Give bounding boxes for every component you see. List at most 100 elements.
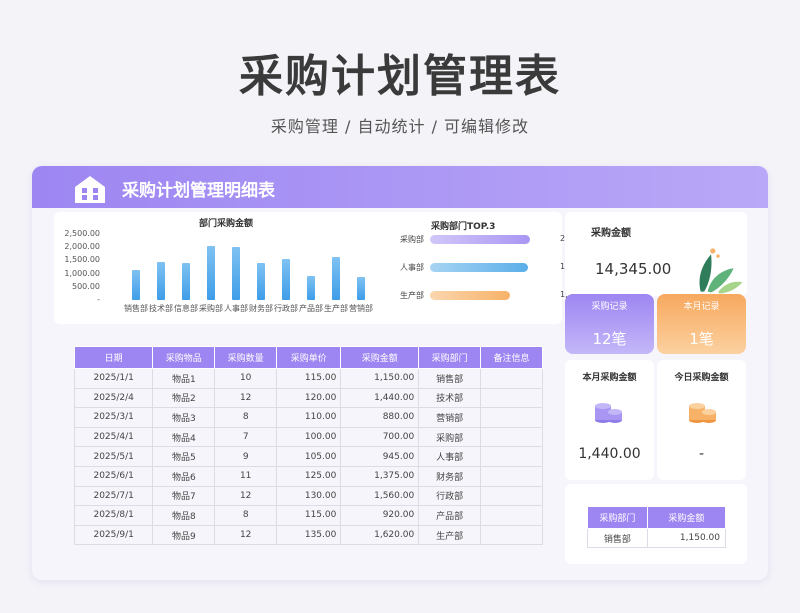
table-cell[interactable]: 12 xyxy=(214,524,278,546)
table-header: 采购部门 xyxy=(418,346,482,369)
table-cell[interactable]: 10 xyxy=(214,368,278,389)
table-cell[interactable]: 1,440.00 xyxy=(340,387,420,409)
table-cell[interactable]: 135.00 xyxy=(276,524,342,546)
table-cell[interactable] xyxy=(480,426,543,448)
table-cell[interactable]: 2025/2/4 xyxy=(73,387,154,409)
table-cell[interactable]: 2025/1/1 xyxy=(73,368,154,389)
bar-产品部 xyxy=(307,275,315,300)
records-label: 采购记录 xyxy=(591,302,628,312)
page-title: 采购计划管理表 xyxy=(239,51,561,102)
month-records-tile: 本月记录 1笔 xyxy=(657,294,746,354)
table-cell[interactable]: 2025/4/1 xyxy=(73,426,154,448)
card-header: 采购计划管理明细表 xyxy=(32,166,768,208)
table-cell[interactable]: 物品8 xyxy=(152,505,216,526)
table-cell[interactable]: 12 xyxy=(214,387,278,409)
table-cell[interactable]: 115.00 xyxy=(276,505,342,526)
table-cell[interactable]: 1,560.00 xyxy=(340,485,420,507)
table-cell[interactable]: 115.00 xyxy=(276,368,342,389)
table-cell[interactable]: 1,375.00 xyxy=(340,465,420,487)
table-cell[interactable]: 100.00 xyxy=(276,426,342,448)
chart-panel: 部门采购金额 2,500.00 2,000.00 1,500.00 1,000.00 5… xyxy=(54,212,596,324)
table-cell[interactable]: 2025/6/1 xyxy=(73,465,154,487)
table-cell[interactable] xyxy=(480,407,543,428)
building-icon xyxy=(75,176,105,203)
table-cell[interactable]: 700.00 xyxy=(340,426,420,448)
table-cell[interactable]: 2025/9/1 xyxy=(73,524,154,546)
table-cell[interactable] xyxy=(480,485,543,507)
table-cell[interactable]: 9 xyxy=(214,446,278,467)
table-cell[interactable]: 125.00 xyxy=(276,465,342,487)
table-cell[interactable] xyxy=(480,524,543,546)
y-tick-label: 2,000.00 xyxy=(64,242,100,252)
card-title: 采购计划管理明细表 xyxy=(122,181,275,201)
table-header: 采购金额 xyxy=(340,346,420,369)
table-cell[interactable]: 2025/7/1 xyxy=(73,485,154,507)
dept-chart-title: 部门采购金额 xyxy=(199,219,254,229)
lookup-dept[interactable]: 销售部 xyxy=(587,528,648,548)
table-cell[interactable]: 营销部 xyxy=(418,407,482,428)
table-header: 日期 xyxy=(73,346,154,369)
table-cell[interactable]: 8 xyxy=(214,505,278,526)
table-cell[interactable]: 销售部 xyxy=(418,368,482,389)
table-cell[interactable]: 105.00 xyxy=(276,446,342,467)
table-cell[interactable]: 880.00 xyxy=(340,407,420,428)
table-cell[interactable]: 1,620.00 xyxy=(340,524,420,546)
table-cell[interactable]: 物品9 xyxy=(152,524,216,546)
table-cell[interactable]: 130.00 xyxy=(276,485,342,507)
table-cell[interactable]: 物品6 xyxy=(152,465,216,487)
table-row[interactable]: 2025/9/1 物品9 12 135.00 1,620.00 生产部 xyxy=(73,524,543,546)
table-cell[interactable] xyxy=(480,368,543,389)
bar-信息部 xyxy=(182,263,190,300)
table-cell[interactable]: 行政部 xyxy=(418,485,482,507)
bar-人事部 xyxy=(232,247,240,300)
table-cell[interactable]: 945.00 xyxy=(340,446,420,467)
top3-label: 采购部 xyxy=(400,235,424,244)
top3-label: 生产部 xyxy=(400,291,424,300)
table-cell[interactable]: 物品1 xyxy=(152,368,216,389)
table-cell[interactable]: 产品部 xyxy=(418,505,482,526)
table-cell[interactable]: 920.00 xyxy=(340,505,420,526)
table-cell[interactable] xyxy=(480,387,543,409)
table-cell[interactable]: 11 xyxy=(214,465,278,487)
table-cell[interactable]: 财务部 xyxy=(418,465,482,487)
page-subtitle: 采购管理 / 自动统计 / 可编辑修改 xyxy=(270,117,530,136)
table-cell[interactable]: 技术部 xyxy=(418,387,482,409)
top3-bar-采购部 xyxy=(430,235,530,244)
table-cell[interactable]: 7 xyxy=(214,426,278,448)
table-cell[interactable]: 人事部 xyxy=(418,446,482,467)
table-cell[interactable]: 物品7 xyxy=(152,485,216,507)
table-cell[interactable] xyxy=(480,446,543,467)
records-tile: 采购记录 12笔 xyxy=(565,294,654,354)
y-tick-label: 2,500.00 xyxy=(64,229,100,238)
table-cell[interactable]: 110.00 xyxy=(276,407,342,428)
table-row[interactable]: 2025/8/1 物品8 8 115.00 920.00 产品部 xyxy=(73,505,543,526)
table-cell[interactable]: 8 xyxy=(214,407,278,428)
table-cell[interactable]: 物品3 xyxy=(152,407,216,428)
table-cell[interactable]: 120.00 xyxy=(276,387,342,409)
table-row[interactable]: 2025/1/1 物品1 10 115.00 1,150.00 销售部 xyxy=(73,368,543,389)
table-cell[interactable]: 物品5 xyxy=(152,446,216,467)
month-records-label: 本月记录 xyxy=(683,302,720,312)
table-cell[interactable]: 物品4 xyxy=(152,426,216,448)
table-cell[interactable]: 物品2 xyxy=(152,387,216,409)
table-cell[interactable]: 2025/3/1 xyxy=(73,407,154,428)
table-header: 采购单价 xyxy=(276,346,342,369)
table-row[interactable]: 2025/4/1 物品4 7 100.00 700.00 采购部 xyxy=(73,426,543,448)
table-cell[interactable]: 1,150.00 xyxy=(340,368,420,389)
table-cell[interactable] xyxy=(480,465,543,487)
coins-icon xyxy=(689,403,716,423)
table-cell[interactable]: 12 xyxy=(214,485,278,507)
table-row[interactable]: 2025/6/1 物品6 11 125.00 1,375.00 财务部 xyxy=(73,465,543,487)
y-tick-label: 1,000.00 xyxy=(64,268,100,278)
table-cell[interactable] xyxy=(480,505,543,526)
table-cell[interactable]: 2025/5/1 xyxy=(73,446,154,467)
table-cell[interactable]: 采购部 xyxy=(418,426,482,448)
plant-icon xyxy=(699,248,743,294)
table-row[interactable]: 2025/2/4 物品2 12 120.00 1,440.00 技术部 xyxy=(73,387,543,409)
table-row[interactable]: 2025/7/1 物品7 12 130.00 1,560.00 行政部 xyxy=(73,485,543,507)
table-row[interactable]: 2025/3/1 物品3 8 110.00 880.00 营销部 xyxy=(73,407,543,428)
table-cell[interactable]: 生产部 xyxy=(418,524,482,546)
table-cell[interactable]: 2025/8/1 xyxy=(73,505,154,526)
table-row[interactable]: 2025/5/1 物品5 9 105.00 945.00 人事部 xyxy=(73,446,543,467)
table-header: 采购物品 xyxy=(152,346,216,369)
